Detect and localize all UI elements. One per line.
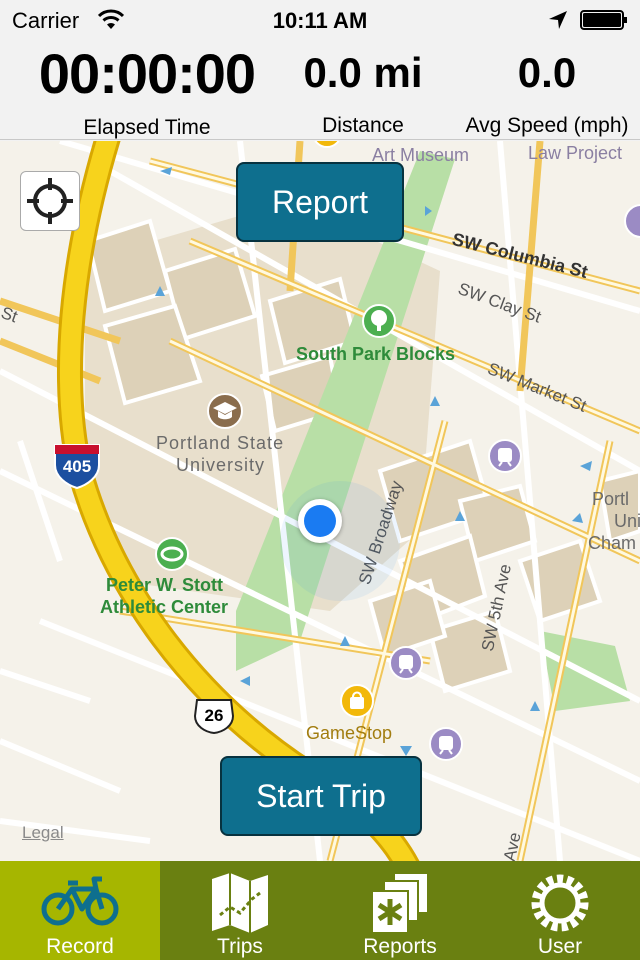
distance-value: 0.0 mi xyxy=(303,49,423,96)
elapsed-time-label: Elapsed Time xyxy=(83,116,211,139)
tab-trips-label: Trips xyxy=(217,935,263,958)
tab-reports-label: Reports xyxy=(363,935,437,958)
tab-user[interactable]: User xyxy=(480,861,640,960)
reports-icon xyxy=(371,872,429,934)
tab-record[interactable]: Record xyxy=(0,861,160,960)
portland-partial-label-3: Cham xyxy=(588,533,637,553)
tab-record-label: Record xyxy=(46,935,114,958)
transit-icon xyxy=(389,646,423,680)
university-icon xyxy=(207,393,243,429)
portland-partial-label-2: Uni xyxy=(614,511,640,531)
avg-speed-label: Avg Speed (mph) xyxy=(465,114,629,137)
interstate-405-label: 405 xyxy=(62,457,92,476)
tab-trips[interactable]: Trips xyxy=(160,861,320,960)
avg-speed-stat: 0.0 Avg Speed (mph) xyxy=(452,40,640,138)
report-button[interactable]: Report xyxy=(236,162,404,242)
shopping-icon xyxy=(340,684,374,718)
law-project-label: Law Project xyxy=(528,143,623,163)
location-services-icon xyxy=(549,11,567,29)
current-location-dot xyxy=(298,499,342,543)
us-26-label: 26 xyxy=(204,706,224,725)
transit-icon xyxy=(429,727,463,761)
start-trip-button[interactable]: Start Trip xyxy=(220,756,422,836)
location-dot-inner xyxy=(304,505,336,537)
park-icon xyxy=(362,304,396,338)
stott-center-label-2: Athletic Center xyxy=(100,597,229,617)
map-icon xyxy=(212,873,268,933)
elapsed-time-stat: 00:00:00 Elapsed Time xyxy=(18,40,276,140)
tab-bar: Record Trips Reports User xyxy=(0,861,640,960)
us-26-shield: 26 xyxy=(193,698,235,735)
recenter-location-button[interactable] xyxy=(20,171,80,231)
stadium-icon xyxy=(155,537,189,571)
transit-icon xyxy=(488,439,522,473)
trip-stats-header: 00:00:00 Elapsed Time 0.0 mi Distance 0.… xyxy=(0,40,640,140)
gamestop-label: GameStop xyxy=(306,723,393,743)
crosshair-icon xyxy=(27,178,73,224)
portland-partial-label-1: Portl xyxy=(592,489,630,509)
battery-icon xyxy=(580,10,627,30)
avg-speed-value: 0.0 xyxy=(517,49,577,96)
distance-stat: 0.0 mi Distance xyxy=(290,40,436,138)
location-accuracy-circle xyxy=(280,481,400,601)
poi-partial-icon xyxy=(314,141,340,148)
interstate-405-shield: 405 xyxy=(53,443,101,490)
gear-icon xyxy=(531,874,589,932)
status-bar: Carrier 10:11 AM xyxy=(0,0,640,40)
tab-user-label: User xyxy=(537,935,583,958)
map-view[interactable]: Art Museum Law Project SW Columbia St SW… xyxy=(0,141,640,861)
status-time: 10:11 AM xyxy=(272,8,368,33)
elapsed-time-value: 00:00:00 xyxy=(38,42,256,105)
transit-icon xyxy=(624,204,640,238)
distance-label: Distance xyxy=(322,114,404,137)
bicycle-icon xyxy=(41,876,119,926)
south-park-blocks-label: South Park Blocks xyxy=(296,344,456,364)
tab-reports[interactable]: Reports xyxy=(320,861,480,960)
legal-link[interactable]: Legal xyxy=(22,823,64,843)
portland-state-label-2: University xyxy=(176,455,266,475)
stott-center-label-1: Peter W. Stott xyxy=(106,575,224,595)
portland-state-label-1: Portland State xyxy=(156,433,285,453)
